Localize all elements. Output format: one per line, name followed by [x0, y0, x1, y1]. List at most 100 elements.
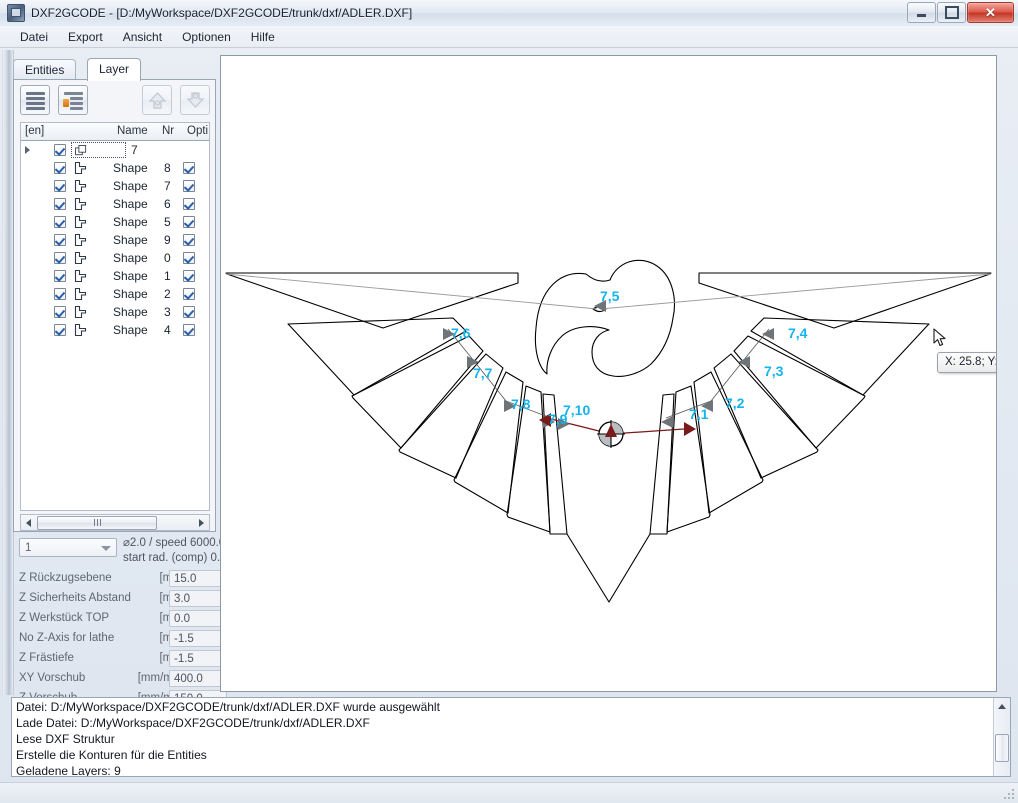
param-label: Z Werkstück TOP: [19, 612, 137, 624]
menu-item-ansicht[interactable]: Ansicht: [113, 28, 172, 46]
row-enabled-checkbox[interactable]: [54, 288, 66, 300]
row-nr: 6: [164, 197, 171, 211]
list-view-button[interactable]: [20, 85, 50, 115]
tool-select[interactable]: 1: [19, 538, 117, 557]
shape-icon: [74, 162, 87, 174]
menu-item-datei[interactable]: Datei: [10, 28, 58, 46]
param-row-z-safety: Z Sicherheits Abstand [mm] 3.0: [19, 590, 211, 610]
move-down-button[interactable]: [180, 85, 210, 115]
param-value-input[interactable]: -1.5: [169, 630, 227, 647]
scroll-left-icon[interactable]: [21, 515, 36, 530]
scrollbar-thumb[interactable]: [37, 516, 157, 530]
row-nr: 8: [164, 161, 171, 175]
table-row[interactable]: Shape 5: [21, 213, 209, 231]
param-row-z-retract: Z Rückzugsebene [mm] 15.0: [19, 570, 211, 590]
row-enabled-checkbox[interactable]: [54, 180, 66, 192]
origin-marker: [597, 420, 625, 448]
table-row[interactable]: Shape 9: [21, 231, 209, 249]
row-enabled-checkbox[interactable]: [54, 252, 66, 264]
tab-entities[interactable]: Entities: [13, 59, 76, 80]
row-enabled-checkbox[interactable]: [54, 216, 66, 228]
row-enabled-checkbox[interactable]: [54, 198, 66, 210]
status-bar: [0, 782, 1018, 803]
shape-label-7-5: 7,5: [600, 288, 620, 304]
table-row[interactable]: Shape 7: [21, 177, 209, 195]
row-option-checkbox[interactable]: [183, 252, 195, 264]
root-enabled-checkbox[interactable]: [54, 144, 66, 156]
list-icon: [26, 92, 45, 112]
table-row[interactable]: Shape 6: [21, 195, 209, 213]
row-option-checkbox[interactable]: [183, 198, 195, 210]
highlight-marker-icon: [63, 99, 69, 107]
row-option-checkbox[interactable]: [183, 234, 195, 246]
row-enabled-checkbox[interactable]: [54, 324, 66, 336]
row-option-checkbox[interactable]: [183, 288, 195, 300]
minimize-button[interactable]: [907, 2, 936, 23]
row-option-checkbox[interactable]: [183, 180, 195, 192]
row-name: Shape: [113, 305, 148, 319]
detail-view-button[interactable]: [58, 85, 88, 115]
table-row[interactable]: Shape 2: [21, 285, 209, 303]
param-value-input[interactable]: -1.5: [169, 650, 227, 667]
drawing-canvas[interactable]: 7,1 7,2 7,3 7,4 7,5 7,6 7,7 7,8 7,9 7,10…: [220, 55, 997, 692]
shape-label-7-4: 7,4: [788, 325, 808, 341]
scrollbar-track-lower[interactable]: [994, 764, 1010, 777]
row-enabled-checkbox[interactable]: [54, 306, 66, 318]
tab-layer[interactable]: Layer: [87, 58, 141, 81]
param-value-input[interactable]: 0.0: [169, 610, 227, 627]
param-value-input[interactable]: 3.0: [169, 590, 227, 607]
shape-label-7-3: 7,3: [764, 363, 784, 379]
row-enabled-checkbox[interactable]: [54, 162, 66, 174]
log-vertical-scrollbar[interactable]: [993, 698, 1010, 776]
window-controls: ✕: [907, 2, 1014, 23]
tree-header-options: Opti: [187, 125, 208, 137]
table-row[interactable]: Shape 8: [21, 159, 209, 177]
scroll-up-icon[interactable]: [994, 698, 1010, 714]
row-name: Shape: [113, 287, 148, 301]
close-icon: ✕: [985, 6, 996, 19]
row-enabled-checkbox[interactable]: [54, 270, 66, 282]
tree-row-root[interactable]: 7: [21, 141, 209, 159]
table-row[interactable]: Shape 1: [21, 267, 209, 285]
left-panel: Entities Layer: [13, 52, 218, 692]
menu-item-optionen[interactable]: Optionen: [172, 28, 241, 46]
move-up-button[interactable]: [142, 85, 172, 115]
table-row[interactable]: Shape 0: [21, 249, 209, 267]
scroll-right-icon[interactable]: [194, 515, 209, 530]
window-title: DXF2GCODE - [D:/MyWorkspace/DXF2GCODE/tr…: [31, 6, 412, 20]
shape-icon: [74, 234, 87, 246]
resize-grip-icon[interactable]: [1004, 789, 1016, 801]
row-option-checkbox[interactable]: [183, 270, 195, 282]
shape-icon: [74, 324, 87, 336]
parameters-panel: 1 ⌀2.0 / speed 6000.0 start rad. (comp) …: [19, 536, 211, 692]
menu-item-hilfe[interactable]: Hilfe: [241, 28, 285, 46]
scrollbar-track-upper[interactable]: [994, 714, 1010, 732]
row-option-checkbox[interactable]: [183, 306, 195, 318]
table-row[interactable]: Shape 3: [21, 303, 209, 321]
row-nr: 5: [164, 215, 171, 229]
application-window: DXF2GCODE - [D:/MyWorkspace/DXF2GCODE/tr…: [0, 0, 1018, 803]
row-option-checkbox[interactable]: [183, 216, 195, 228]
param-row-xy-feed: XY Vorschub [mm/min] 400.0: [19, 670, 211, 690]
menu-item-export[interactable]: Export: [58, 28, 113, 46]
param-label: XY Vorschub: [19, 672, 137, 684]
row-nr: 1: [164, 269, 171, 283]
row-enabled-checkbox[interactable]: [54, 234, 66, 246]
row-option-checkbox[interactable]: [183, 324, 195, 336]
table-row[interactable]: Shape 4: [21, 321, 209, 339]
row-name: Shape: [113, 215, 148, 229]
maximize-button[interactable]: [937, 2, 966, 23]
expander-icon[interactable]: [25, 146, 30, 154]
log-line: Erstelle die Konturen für die Entities: [16, 747, 966, 763]
close-button[interactable]: ✕: [967, 2, 1014, 23]
row-option-checkbox[interactable]: [183, 162, 195, 174]
row-name: Shape: [113, 233, 148, 247]
row-name: Shape: [113, 161, 148, 175]
log-line: Lade Datei: D:/MyWorkspace/DXF2GCODE/tru…: [16, 715, 966, 731]
param-value-input[interactable]: 15.0: [169, 570, 227, 587]
param-value-input[interactable]: 400.0: [169, 670, 227, 687]
scrollbar-thumb[interactable]: [995, 734, 1009, 762]
layer-tree[interactable]: 7 Shape 8 Shape 7: [20, 141, 210, 511]
root-name-cell[interactable]: [71, 142, 126, 158]
tree-horizontal-scrollbar[interactable]: [20, 514, 210, 531]
